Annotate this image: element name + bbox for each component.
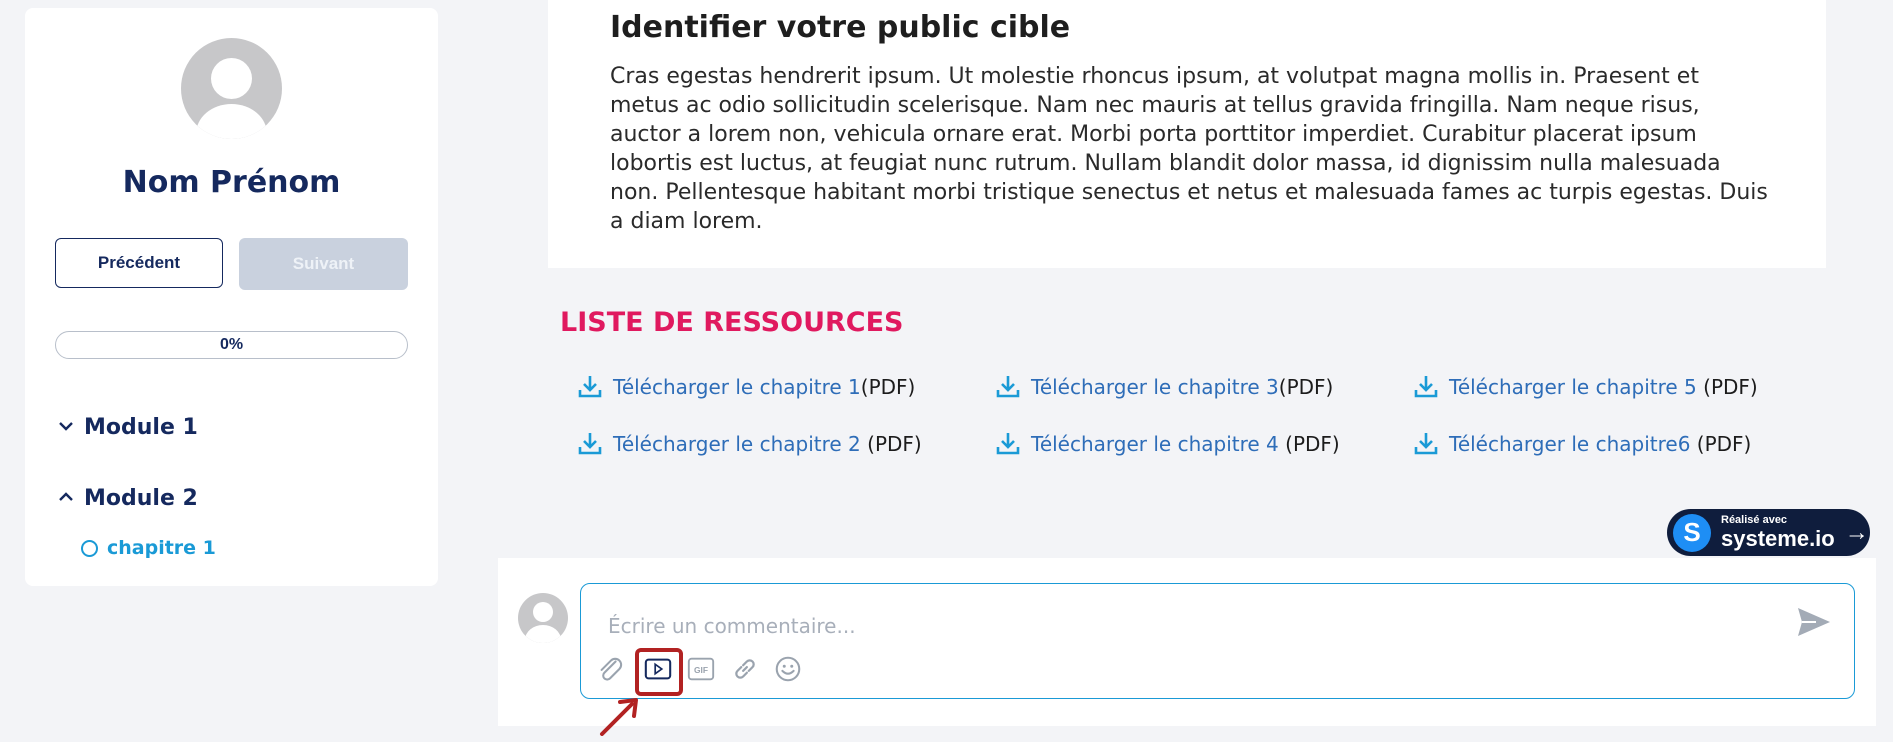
status-circle-icon [81,539,98,557]
lesson-title: Identifier votre public cible [610,10,1071,45]
link-icon [735,659,755,679]
course-sidebar: Nom Prénom Précédent Suivant 0% Module 1… [25,8,438,586]
commenter-avatar [518,593,568,643]
svg-text:GIF: GIF [694,665,708,675]
emoji-button[interactable] [772,653,804,685]
resource-item[interactable]: Télécharger le chapitre 4 (PDF) [995,431,1340,457]
annotation-arrow-icon [600,698,638,736]
resource-format: (PDF) [860,432,922,456]
paperclip-icon [600,657,623,681]
resource-link[interactable]: Télécharger le chapitre 2 [613,432,861,456]
chevron-up-icon [58,486,74,511]
send-icon [1798,608,1830,636]
resource-link[interactable]: Télécharger le chapitre 1 [613,375,861,399]
next-button[interactable]: Suivant [239,238,408,290]
chapter-link[interactable]: chapitre 1 [81,537,216,559]
lesson-content: Identifier votre public cible Cras egest… [548,0,1826,268]
resource-format: (PDF) [1690,432,1752,456]
resource-link[interactable]: Télécharger le chapitre 4 [1031,432,1279,456]
module-2-toggle[interactable]: Module 2 [58,486,198,511]
download-icon [995,431,1021,457]
attachment-button[interactable] [594,653,626,685]
resources-title: LISTE DE RESSOURCES [560,307,904,338]
chevron-down-icon [58,415,74,440]
arrow-right-icon: → [1844,518,1869,546]
user-avatar [181,38,282,139]
module-label: Module 1 [84,415,198,440]
resource-link[interactable]: Télécharger le chapitre6 [1449,432,1690,456]
smiley-icon [775,656,801,682]
comment-input[interactable] [606,610,1760,642]
chapter-label: chapitre 1 [107,537,216,559]
download-icon [995,374,1021,400]
download-icon [577,431,603,457]
link-button[interactable] [729,653,761,685]
user-name: Nom Prénom [122,165,341,200]
resource-format: (PDF) [860,375,916,399]
lesson-body: Cras egestas hendrerit ipsum. Ut molesti… [610,64,1768,234]
module-label: Module 2 [84,486,198,511]
previous-button[interactable]: Précédent [55,238,223,288]
resource-item[interactable]: Télécharger le chapitre 1(PDF) [577,374,915,400]
resource-format: (PDF) [1278,375,1334,399]
download-icon [577,374,603,400]
download-icon [1413,374,1439,400]
download-icon [1413,431,1439,457]
resource-item[interactable]: Télécharger le chapitre6 (PDF) [1413,431,1751,457]
resource-link[interactable]: Télécharger le chapitre 3 [1031,375,1279,399]
badge-brand-text: systeme.io [1721,526,1835,551]
resource-format: (PDF) [1278,432,1340,456]
resource-link[interactable]: Télécharger le chapitre 5 [1449,375,1697,399]
resource-item[interactable]: Télécharger le chapitre 2 (PDF) [577,431,922,457]
gif-icon: GIF [687,657,715,681]
systeme-logo: S [1673,513,1711,552]
comment-box: GIF [580,583,1855,699]
video-button-highlight [635,648,683,696]
progress-bar: 0% [55,331,408,359]
send-button[interactable] [1796,606,1832,638]
gif-button[interactable]: GIF [685,653,717,685]
made-with-badge[interactable]: S Réalisé avec systeme.io → [1667,509,1870,556]
resource-item[interactable]: Télécharger le chapitre 3(PDF) [995,374,1333,400]
module-1-toggle[interactable]: Module 1 [58,415,198,440]
resource-format: (PDF) [1696,375,1758,399]
resource-item[interactable]: Télécharger le chapitre 5 (PDF) [1413,374,1758,400]
badge-small-text: Réalisé avec [1721,514,1788,526]
